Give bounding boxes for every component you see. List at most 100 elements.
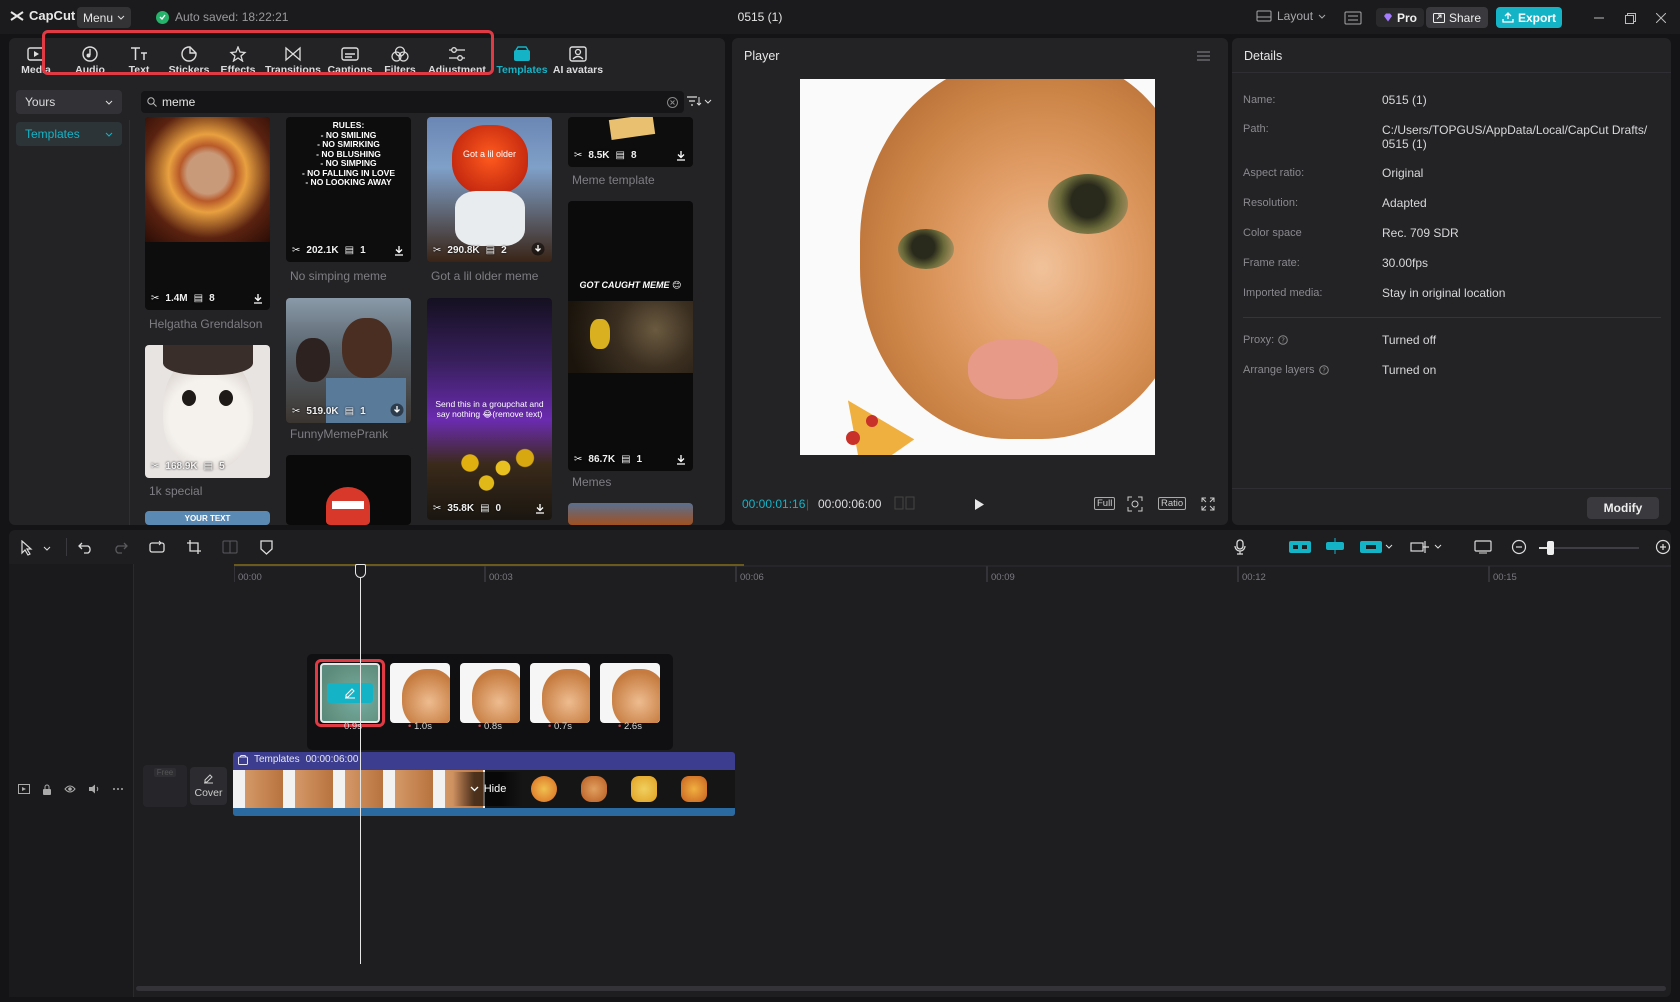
- template-caption: Memes: [572, 475, 612, 489]
- help-icon[interactable]: ?: [1318, 365, 1329, 375]
- clip-thumbnail[interactable]: [460, 663, 520, 723]
- zoom-slider[interactable]: [1539, 547, 1639, 549]
- yours-dropdown[interactable]: Yours: [16, 90, 122, 114]
- timeline-scrollbar[interactable]: [136, 986, 1666, 991]
- maximize-icon[interactable]: [1621, 9, 1639, 27]
- video-preview[interactable]: [800, 79, 1155, 455]
- eye-icon[interactable]: [64, 784, 76, 795]
- filter-icon[interactable]: [686, 95, 712, 107]
- download-icon[interactable]: [531, 242, 545, 256]
- microphone-icon[interactable]: [1231, 538, 1249, 556]
- uses-count: 8.5K: [588, 150, 610, 161]
- download-icon[interactable]: [676, 150, 686, 161]
- download-icon[interactable]: [253, 293, 263, 304]
- template-card-got-older[interactable]: Got a lil older ✂ 290.8K ▤ 2: [427, 117, 552, 262]
- template-card-memes[interactable]: GOT CAUGHT MEME 😊 ✂ 86.7K ▤ 1: [568, 201, 693, 471]
- ratio-button[interactable]: Ratio: [1158, 497, 1187, 510]
- zoom-fit-icon[interactable]: [1474, 538, 1492, 556]
- zoom-out-icon[interactable]: [1510, 538, 1528, 556]
- full-button[interactable]: Full: [1094, 497, 1116, 510]
- lock-icon[interactable]: [42, 784, 52, 795]
- pro-badge[interactable]: Pro: [1376, 8, 1425, 27]
- template-card-partial[interactable]: YOUR TEXT: [145, 511, 270, 525]
- chevron-down-icon[interactable]: [1385, 544, 1393, 549]
- hide-button[interactable]: Hide: [453, 772, 523, 806]
- play-icon[interactable]: [970, 495, 988, 513]
- undo-icon[interactable]: [76, 538, 94, 556]
- uses-icon: ✂: [151, 293, 160, 304]
- clip-duration-text: 0.7s: [554, 721, 572, 732]
- download-icon[interactable]: [676, 454, 686, 465]
- ruler-ticks: [234, 565, 1671, 582]
- loop-icon[interactable]: [148, 538, 166, 556]
- templates-dropdown[interactable]: Templates: [16, 122, 122, 146]
- detail-label-proxy: Proxy:?: [1243, 334, 1288, 346]
- playhead-handle[interactable]: [355, 564, 366, 578]
- help-icon[interactable]: ?: [1278, 335, 1288, 345]
- clips-count: 8: [630, 150, 637, 161]
- track-type-icon[interactable]: [18, 784, 30, 795]
- menu-button[interactable]: Menu: [77, 7, 131, 28]
- download-icon[interactable]: [535, 503, 545, 514]
- clip-thumbnail[interactable]: [600, 663, 660, 723]
- linkage-icon[interactable]: [1360, 538, 1382, 556]
- template-card-cartoon[interactable]: [286, 455, 411, 525]
- preview-axis-icon[interactable]: [1409, 538, 1431, 556]
- zoom-in-icon[interactable]: [1654, 538, 1672, 556]
- export-label: Export: [1517, 10, 1556, 25]
- clip-duration: • 2.6s: [618, 721, 642, 732]
- player-title: Player: [744, 49, 780, 63]
- share-button[interactable]: Share: [1426, 7, 1488, 28]
- playhead[interactable]: [360, 564, 361, 964]
- templates-track-clip[interactable]: Templates 00:00:06:00 Hide: [233, 752, 735, 816]
- download-icon[interactable]: [390, 403, 404, 417]
- search-input[interactable]: meme: [141, 91, 684, 113]
- tools-highlight-box: [42, 30, 494, 75]
- template-caption: No simping meme: [290, 269, 387, 283]
- clear-search-icon[interactable]: [667, 96, 678, 108]
- volume-icon[interactable]: [88, 784, 100, 795]
- clip-thumbnail[interactable]: [390, 663, 450, 723]
- auto-snap-icon[interactable]: [1324, 537, 1346, 555]
- timecode-grid-icon[interactable]: [894, 496, 916, 510]
- chevron-down-icon[interactable]: [43, 546, 51, 551]
- layout-button[interactable]: Layout: [1256, 9, 1326, 23]
- fullscreen-icon[interactable]: [1199, 495, 1217, 513]
- more-icon[interactable]: [112, 784, 124, 795]
- export-button[interactable]: Export: [1496, 7, 1562, 28]
- free-badge-area: Free: [143, 765, 187, 807]
- close-icon[interactable]: [1652, 9, 1670, 27]
- minimize-icon[interactable]: [1590, 9, 1608, 27]
- template-thumbnail: [145, 117, 270, 242]
- select-cursor-icon[interactable]: [18, 539, 36, 557]
- zoom-slider-handle[interactable]: [1547, 541, 1554, 555]
- template-stats: ✂ 168.9K ▤ 5: [151, 461, 225, 472]
- crop-icon[interactable]: [185, 538, 203, 556]
- clip-thumbnail[interactable]: [530, 663, 590, 723]
- time-ruler[interactable]: 00:00 00:03 00:06 00:09 00:12 00:15: [234, 564, 1671, 584]
- template-card-helgatha[interactable]: ✂ 1.4M ▤ 8: [145, 117, 270, 310]
- modify-button[interactable]: Modify: [1587, 497, 1659, 519]
- template-card-meme-template[interactable]: ✂ 8.5K ▤ 8: [568, 117, 693, 167]
- clips-count: 1: [636, 454, 643, 465]
- template-card-funny-meme-prank[interactable]: ✂ 519.0K ▤ 1: [286, 298, 411, 423]
- full-label: Full: [1097, 498, 1113, 509]
- template-card-groupchat[interactable]: Send this in a groupchat and say nothing…: [427, 298, 552, 520]
- template-overlay-text: GOT CAUGHT MEME 😊: [579, 280, 682, 290]
- hamburger-menu-icon[interactable]: [1194, 47, 1212, 65]
- clips-icon: ▤: [193, 293, 204, 304]
- template-card-1k-special[interactable]: ✂ 168.9K ▤ 5: [145, 345, 270, 478]
- template-card-partial-2[interactable]: [568, 503, 693, 525]
- uses-count: 86.7K: [588, 454, 616, 465]
- cover-button[interactable]: Cover: [190, 767, 227, 805]
- shortcut-icon[interactable]: [1344, 9, 1362, 27]
- ruler-label: 00:09: [991, 572, 1015, 583]
- marker-icon[interactable]: [257, 538, 275, 556]
- download-icon[interactable]: [394, 245, 404, 256]
- main-track-magnet-icon[interactable]: [1289, 538, 1311, 556]
- tab-ai-avatars[interactable]: AI avatars: [550, 42, 606, 82]
- template-card-no-simping[interactable]: RULES: - NO SMILING - NO SMIRKING - NO B…: [286, 117, 411, 262]
- tab-templates[interactable]: Templates: [494, 42, 550, 82]
- chevron-down-icon[interactable]: [1434, 544, 1442, 549]
- snapshot-icon[interactable]: [1126, 495, 1144, 513]
